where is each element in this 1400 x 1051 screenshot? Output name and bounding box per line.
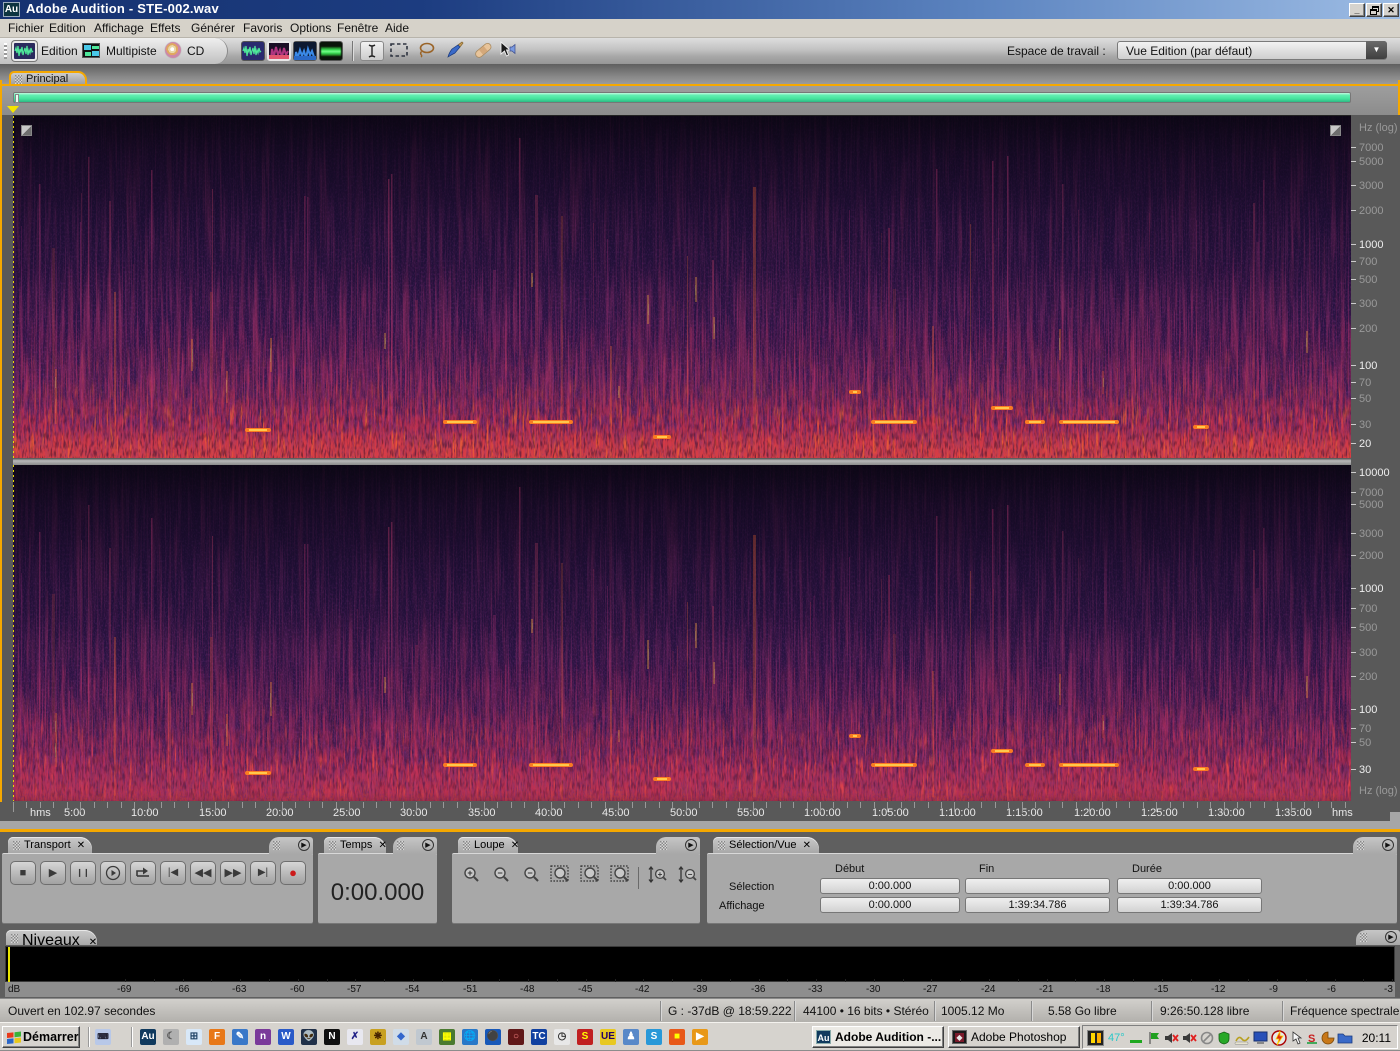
svg-text:−: − <box>497 868 502 878</box>
svg-text:−: − <box>688 870 693 879</box>
svg-text:−: − <box>527 868 532 878</box>
svg-text:+: + <box>658 870 663 879</box>
svg-text:+: + <box>467 868 472 878</box>
